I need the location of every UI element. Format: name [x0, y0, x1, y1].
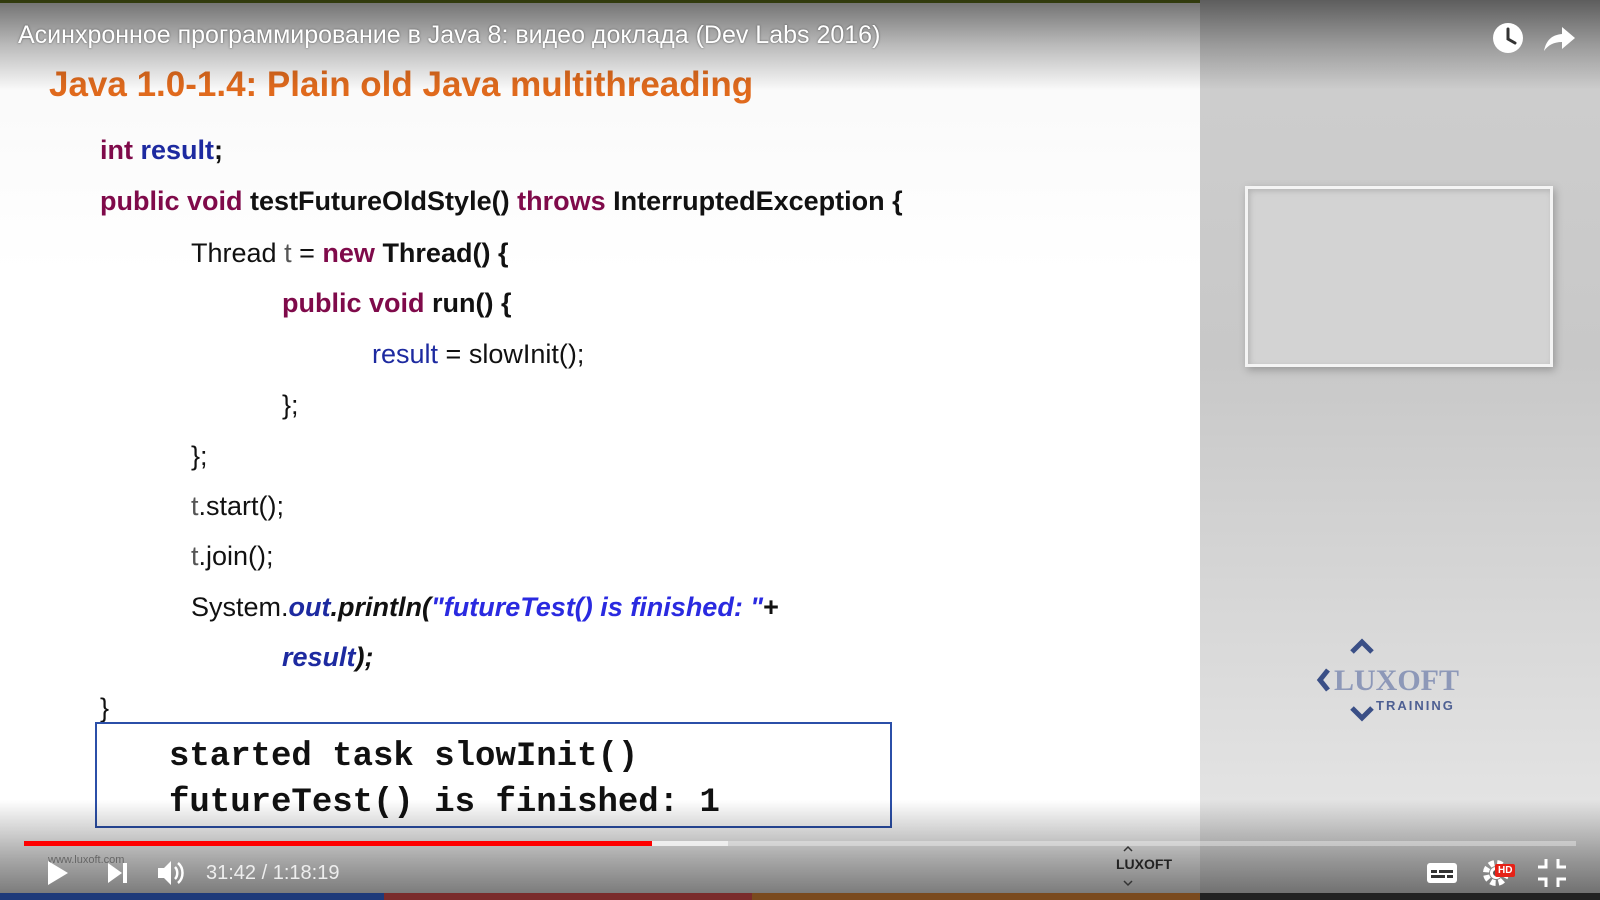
code-variable: t: [191, 541, 199, 571]
code-line: Thread t = new Thread() {: [191, 237, 508, 269]
code-field: result: [282, 642, 356, 672]
luxoft-watermark-text: LUXOFT: [1116, 856, 1172, 872]
code-text: InterruptedException {: [613, 186, 903, 216]
output-line: futureTest() is finished: 1: [169, 784, 720, 822]
code-keyword: void: [187, 186, 243, 216]
bottom-color-strip: [0, 893, 1600, 900]
speaker-video-frame: [1245, 186, 1553, 367]
code-keyword: throws: [517, 186, 606, 216]
logo-subtext: TRAINING: [1376, 698, 1455, 713]
code-text: );: [355, 642, 374, 672]
code-text: =: [299, 238, 315, 268]
subtitles-icon[interactable]: [1420, 851, 1464, 895]
code-line: public void testFutureOldStyle() throws …: [100, 185, 903, 217]
code-text: .println(: [330, 592, 431, 622]
time-display: 31:42 / 1:18:19: [206, 862, 339, 885]
slide: Java 1.0-1.4: Plain old Java multithread…: [0, 0, 1200, 900]
code-text: .start();: [198, 491, 285, 521]
code-line: int result;: [100, 134, 223, 166]
console-output: started task slowInit() futureTest() is …: [95, 722, 892, 828]
code-text: testFutureOldStyle(): [250, 186, 510, 216]
code-text: System.: [191, 592, 289, 622]
code-line: t.join();: [191, 540, 274, 572]
code-line: };: [282, 390, 299, 420]
code-text: Thread: [191, 238, 277, 268]
progress-bar[interactable]: [24, 841, 1576, 846]
code-text: = slowInit();: [445, 339, 585, 369]
code-text: Thread() {: [382, 238, 509, 268]
video-title[interactable]: Асинхронное программирование в Java 8: в…: [18, 21, 880, 50]
code-text: +: [763, 592, 779, 622]
luxoft-logo: LUXOFT TRAINING: [1316, 638, 1459, 722]
exit-fullscreen-icon[interactable]: [1530, 851, 1574, 895]
code-line: result);: [282, 641, 374, 673]
current-time: 31:42: [206, 862, 257, 884]
code-variable: t: [284, 238, 292, 268]
code-line: }: [100, 693, 110, 723]
logo-text: LUXOFT: [1334, 664, 1459, 697]
code-line: System.out.println("futureTest() is fini…: [191, 591, 779, 623]
code-line: };: [191, 441, 208, 471]
slide-title: Java 1.0-1.4: Plain old Java multithread…: [49, 65, 754, 104]
played-progress: [24, 841, 653, 846]
code-variable: t: [191, 491, 199, 521]
code-text: ;: [214, 135, 224, 165]
code-line: public void run() {: [282, 287, 512, 319]
video-player[interactable]: Java 1.0-1.4: Plain old Java multithread…: [0, 0, 1600, 900]
volume-icon[interactable]: [150, 851, 194, 895]
duration: 1:18:19: [272, 862, 340, 884]
hd-badge: HD: [1495, 864, 1516, 877]
output-line: started task slowInit(): [169, 738, 639, 776]
code-text: .join();: [198, 541, 274, 571]
code-keyword: int: [100, 135, 133, 165]
code-line: result = slowInit();: [372, 338, 584, 370]
clock-icon[interactable]: [1488, 18, 1528, 58]
code-line: t.start();: [191, 490, 284, 522]
code-string: "futureTest() is finished: ": [431, 592, 764, 622]
code-field: out: [288, 592, 331, 622]
code-keyword: public: [100, 186, 180, 216]
play-icon[interactable]: [36, 851, 80, 895]
code-field: result: [372, 339, 439, 369]
code-text: run() {: [432, 288, 512, 318]
code-field: result: [140, 135, 215, 165]
code-keyword: new: [322, 238, 375, 268]
code-keyword: void: [369, 288, 425, 318]
code-keyword: public: [282, 288, 362, 318]
time-separator: /: [256, 862, 273, 884]
side-panel: [1200, 0, 1600, 900]
share-arrow-icon[interactable]: [1540, 18, 1580, 58]
next-icon[interactable]: [96, 851, 140, 895]
